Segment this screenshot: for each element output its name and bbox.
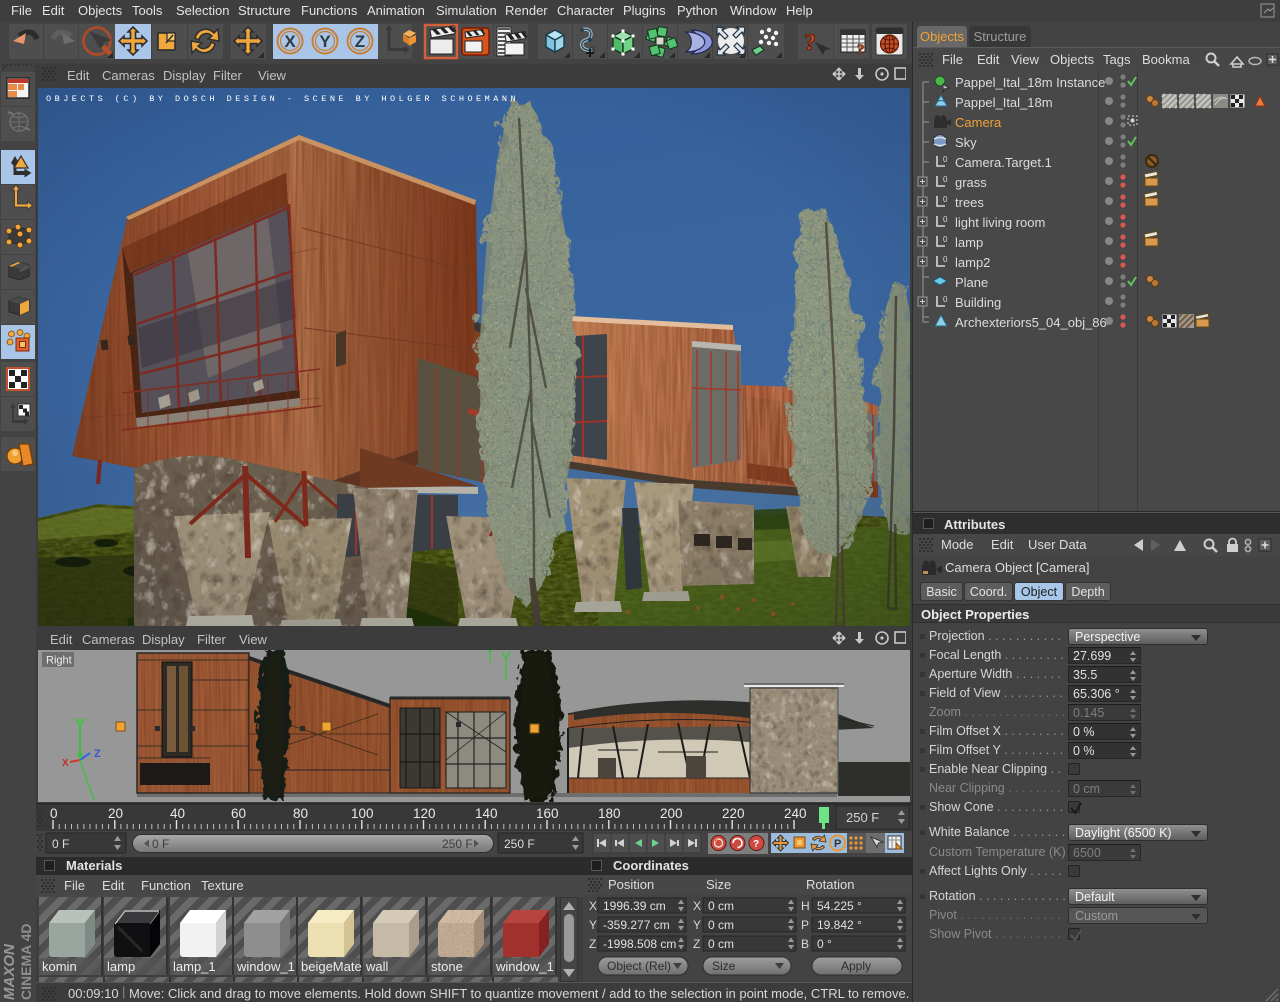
svg-text:Y: Y <box>589 918 597 932</box>
svg-text:60: 60 <box>231 806 246 821</box>
svg-text:Object (Rel): Object (Rel) <box>607 959 671 973</box>
svg-text:200: 200 <box>660 806 683 821</box>
svg-text:Apply: Apply <box>841 959 871 973</box>
svg-text:180: 180 <box>598 806 621 821</box>
svg-text:0 cm: 0 cm <box>708 918 734 932</box>
svg-text:lamp: lamp <box>955 235 983 250</box>
svg-text:Z: Z <box>589 937 596 951</box>
svg-text:P: P <box>801 918 809 932</box>
svg-text:Right: Right <box>46 655 72 667</box>
svg-text:Size: Size <box>712 959 736 973</box>
svg-text:Plane: Plane <box>955 275 988 290</box>
svg-text:0 cm: 0 cm <box>708 937 734 951</box>
svg-text:0: 0 <box>943 195 948 204</box>
svg-text:trees: trees <box>955 195 984 210</box>
svg-text:Camera.Target.1: Camera.Target.1 <box>955 155 1052 170</box>
svg-text:Z: Z <box>355 32 365 51</box>
svg-text:X: X <box>284 32 296 51</box>
svg-text:-359.277 cm: -359.277 cm <box>603 918 670 932</box>
svg-text:?: ? <box>804 30 816 56</box>
svg-text:0: 0 <box>943 215 948 224</box>
svg-text:160: 160 <box>536 806 559 821</box>
svg-text:lamp2: lamp2 <box>955 255 990 270</box>
svg-text:220: 220 <box>722 806 745 821</box>
svg-text:Z: Z <box>693 937 700 951</box>
svg-text:0: 0 <box>50 806 58 821</box>
svg-text:Sky: Sky <box>955 135 977 150</box>
svg-text:light living room: light living room <box>955 215 1045 230</box>
svg-text:250 F: 250 F <box>504 837 535 851</box>
svg-text:240: 240 <box>784 806 807 821</box>
svg-text:0 F: 0 F <box>152 837 169 851</box>
svg-text:19.842 °: 19.842 ° <box>817 918 862 932</box>
svg-text:H: H <box>801 899 810 913</box>
svg-text:MAXON: MAXON <box>1 943 18 1000</box>
svg-text:0: 0 <box>943 235 948 244</box>
svg-text:140: 140 <box>475 806 498 821</box>
svg-text:20: 20 <box>108 806 123 821</box>
svg-text:0: 0 <box>943 175 948 184</box>
svg-text:250 F: 250 F <box>442 837 473 851</box>
svg-text:Pappel_Ital_18m: Pappel_Ital_18m <box>955 95 1053 110</box>
svg-text:P: P <box>834 838 841 850</box>
svg-text:-1998.508 cm: -1998.508 cm <box>603 937 676 951</box>
svg-text:Archexteriors5_04_obj_86: Archexteriors5_04_obj_86 <box>955 315 1107 330</box>
svg-text:250 F: 250 F <box>846 810 879 825</box>
svg-text:Z: Z <box>94 748 101 760</box>
svg-text:OBJECTS (C) BY DOSCH DESIGN -: OBJECTS (C) BY DOSCH DESIGN - SCENE BY H… <box>46 94 519 104</box>
svg-text:X: X <box>693 899 701 913</box>
svg-text:X: X <box>589 899 597 913</box>
svg-text:X: X <box>62 758 69 769</box>
svg-text:grass: grass <box>955 175 987 190</box>
svg-text:0 cm: 0 cm <box>708 899 734 913</box>
svg-text:0: 0 <box>943 255 948 264</box>
svg-text:1996.39 cm: 1996.39 cm <box>603 899 666 913</box>
svg-text:Y: Y <box>693 918 701 932</box>
svg-text:?: ? <box>857 42 865 58</box>
svg-text:Y: Y <box>319 32 331 51</box>
svg-text:B: B <box>801 937 809 951</box>
svg-text:0: 0 <box>943 155 948 164</box>
svg-text:Pappel_Ital_18m Instance: Pappel_Ital_18m Instance <box>955 75 1105 90</box>
svg-text:Building: Building <box>955 295 1001 310</box>
svg-text:0: 0 <box>943 295 948 304</box>
svg-text:?: ? <box>753 839 759 850</box>
svg-text:120: 120 <box>413 806 436 821</box>
svg-text:54.225 °: 54.225 ° <box>817 899 862 913</box>
svg-text:0 °: 0 ° <box>817 937 832 951</box>
svg-text:100: 100 <box>351 806 374 821</box>
svg-text:CINEMA 4D: CINEMA 4D <box>18 924 34 1001</box>
svg-text:Camera: Camera <box>955 115 1002 130</box>
svg-text:40: 40 <box>170 806 185 821</box>
svg-text:0 F: 0 F <box>52 837 69 851</box>
svg-text:80: 80 <box>293 806 308 821</box>
